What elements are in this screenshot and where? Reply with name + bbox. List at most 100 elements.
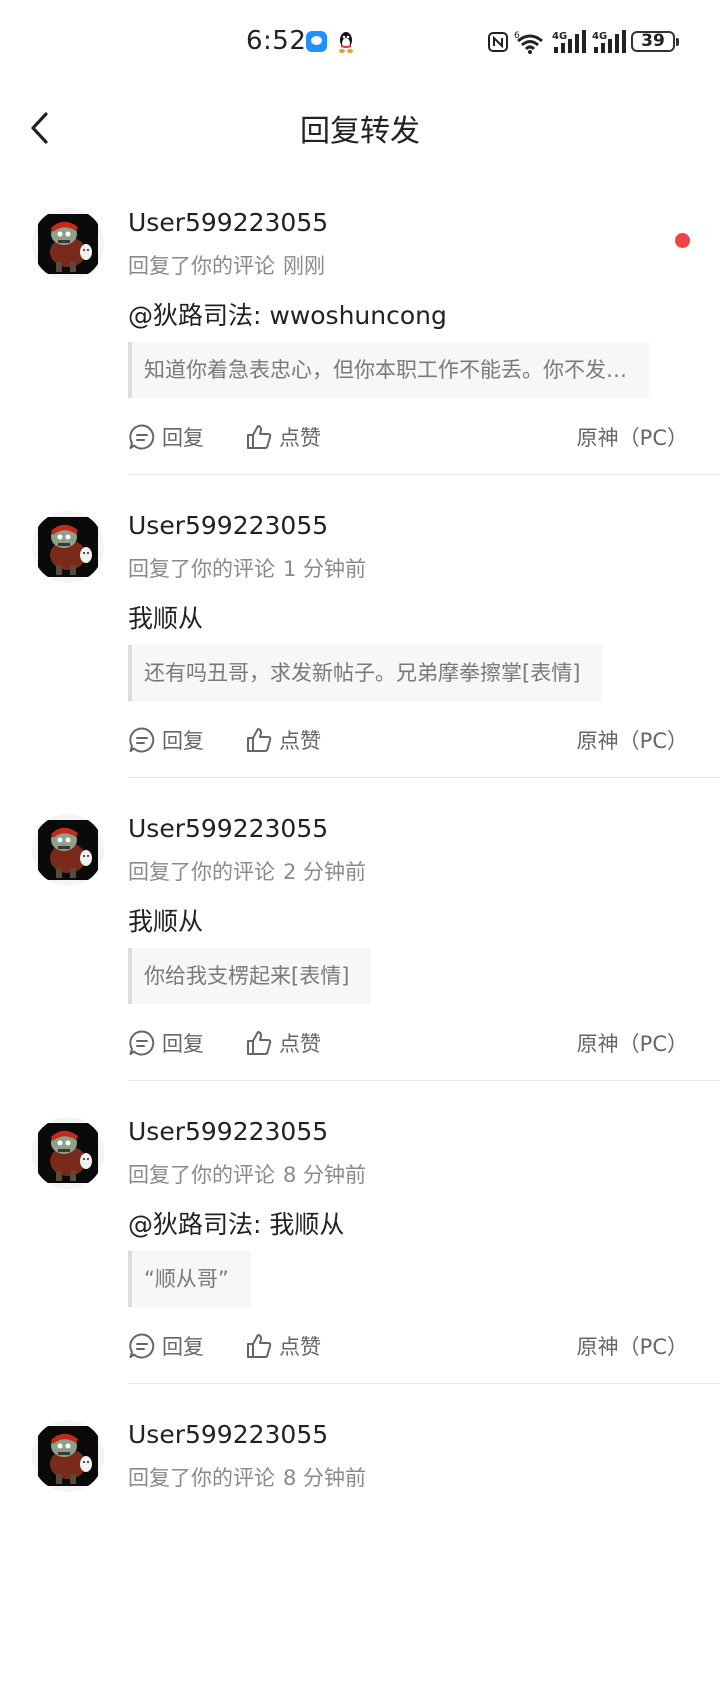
username[interactable]: User599223055 [128,208,328,237]
zombie-avatar-icon [38,820,98,880]
chat-icon [306,31,327,52]
avatar[interactable] [32,1420,104,1492]
reply-content[interactable]: 我顺从 [128,902,203,938]
wifi-icon: 6 [514,31,543,54]
header: 回复转发 [0,84,720,168]
list-item[interactable]: User599223055 回复了你的评论 刚刚 @狄路司法: wwoshunco… [0,172,720,475]
item-actions: 回复 点赞 原神（PC） [128,723,688,757]
avatar[interactable] [32,1117,104,1189]
thumbs-up-icon [247,1031,272,1055]
zombie-icon [38,1426,98,1486]
list-item[interactable]: User599223055 回复了你的评论 2 分钟前 我顺从 你给我支楞起来[表… [0,778,720,1081]
source-label[interactable]: 原神（PC） [577,725,688,755]
reply-button[interactable]: 回复 [128,1329,204,1363]
username[interactable]: User599223055 [128,1117,328,1146]
quoted-comment[interactable]: “顺从哥” [128,1251,251,1307]
reply-label: 回复 [162,1032,204,1056]
page-title: 回复转发 [300,114,420,149]
comment-icon [129,424,155,450]
unread-dot [675,233,690,248]
quoted-comment-text: 知道你着急表忠心，但你本职工作不能丢。你不发… [144,358,627,382]
like-button[interactable]: 点赞 [245,420,321,454]
item-meta: 回复了你的评论 8 分钟前 [128,1462,366,1492]
quoted-comment[interactable]: 知道你着急表忠心，但你本职工作不能丢。你不发… [128,342,649,398]
like-button[interactable]: 点赞 [245,1026,321,1060]
like-label: 点赞 [279,426,321,450]
source-label[interactable]: 原神（PC） [577,422,688,452]
timestamp: 2 分钟前 [283,860,367,884]
item-meta: 回复了你的评论 刚刚 [128,250,325,280]
like-label: 点赞 [279,1032,321,1056]
zombie-icon [38,820,98,880]
item-actions: 回复 点赞 原神（PC） [128,420,688,454]
zombie-icon [38,214,98,274]
reply-button[interactable]: 回复 [128,420,204,454]
item-actions: 回复 点赞 原神（PC） [128,1329,688,1363]
quoted-comment[interactable]: 你给我支楞起来[表情] [128,948,372,1004]
timestamp: 8 分钟前 [283,1466,367,1490]
zombie-avatar-icon [38,1123,98,1183]
signal-4g-icon: 4G [592,30,626,53]
action-text: 回复了你的评论 [128,557,275,581]
avatar[interactable] [32,208,104,280]
thumbs-up-icon [247,425,272,449]
signal-4g-icon: 4G [552,30,586,53]
timestamp: 1 分钟前 [283,557,367,581]
source-label[interactable]: 原神（PC） [577,1331,688,1361]
quoted-comment[interactable]: 还有吗丑哥，求发新帖子。兄弟摩拳擦掌[表情] [128,645,603,701]
like-label: 点赞 [279,729,321,753]
quoted-comment-text: “顺从哥” [144,1267,229,1291]
thumbs-up-icon [247,1334,272,1358]
reply-label: 回复 [162,426,204,450]
action-text: 回复了你的评论 [128,1466,275,1490]
timestamp: 8 分钟前 [283,1163,367,1187]
comment-icon [129,1333,155,1359]
svg-text:4G: 4G [552,31,567,42]
quoted-comment-text: 你给我支楞起来[表情] [144,964,350,988]
avatar[interactable] [32,511,104,583]
zombie-avatar-icon [38,517,98,577]
item-actions: 回复 点赞 原神（PC） [128,1026,688,1060]
list-item[interactable]: User599223055 回复了你的评论 8 分钟前 [0,1384,720,1687]
item-meta: 回复了你的评论 2 分钟前 [128,856,366,886]
action-text: 回复了你的评论 [128,254,275,278]
item-meta: 回复了你的评论 1 分钟前 [128,553,366,583]
username[interactable]: User599223055 [128,814,328,843]
list-item[interactable]: User599223055 回复了你的评论 1 分钟前 我顺从 还有吗丑哥，求发新… [0,475,720,778]
item-meta: 回复了你的评论 8 分钟前 [128,1159,366,1189]
reply-label: 回复 [162,729,204,753]
nfc-icon [488,32,508,52]
username[interactable]: User599223055 [128,1420,328,1449]
status-time: 6:52 [246,26,307,56]
action-text: 回复了你的评论 [128,1163,275,1187]
like-button[interactable]: 点赞 [245,723,321,757]
zombie-icon [38,1123,98,1183]
avatar[interactable] [32,814,104,886]
reply-label: 回复 [162,1335,204,1359]
like-label: 点赞 [279,1335,321,1359]
battery-icon: 39 [631,31,679,52]
username[interactable]: User599223055 [128,511,328,540]
reply-content[interactable]: @狄路司法: wwoshuncong [128,296,447,332]
svg-text:4G: 4G [592,31,607,42]
quoted-comment-text: 还有吗丑哥，求发新帖子。兄弟摩拳擦掌[表情] [144,661,581,685]
battery-level: 39 [641,31,665,51]
zombie-avatar-icon [38,214,98,274]
like-button[interactable]: 点赞 [245,1329,321,1363]
comment-icon [129,1030,155,1056]
reply-button[interactable]: 回复 [128,723,204,757]
notification-list: User599223055 回复了你的评论 刚刚 @狄路司法: wwoshunco… [0,172,720,1687]
comment-icon [129,727,155,753]
thumbs-up-icon [247,728,272,752]
qq-icon [339,32,353,53]
action-text: 回复了你的评论 [128,860,275,884]
status-bar: 6:52 6 4G 4G 39 [0,0,720,84]
reply-button[interactable]: 回复 [128,1026,204,1060]
source-label[interactable]: 原神（PC） [577,1028,688,1058]
reply-content[interactable]: @狄路司法: 我顺从 [128,1205,344,1241]
timestamp: 刚刚 [283,254,325,278]
reply-content[interactable]: 我顺从 [128,599,203,635]
zombie-icon [38,517,98,577]
list-item[interactable]: User599223055 回复了你的评论 8 分钟前 @狄路司法: 我顺从 “顺… [0,1081,720,1384]
zombie-avatar-icon [38,1426,98,1486]
